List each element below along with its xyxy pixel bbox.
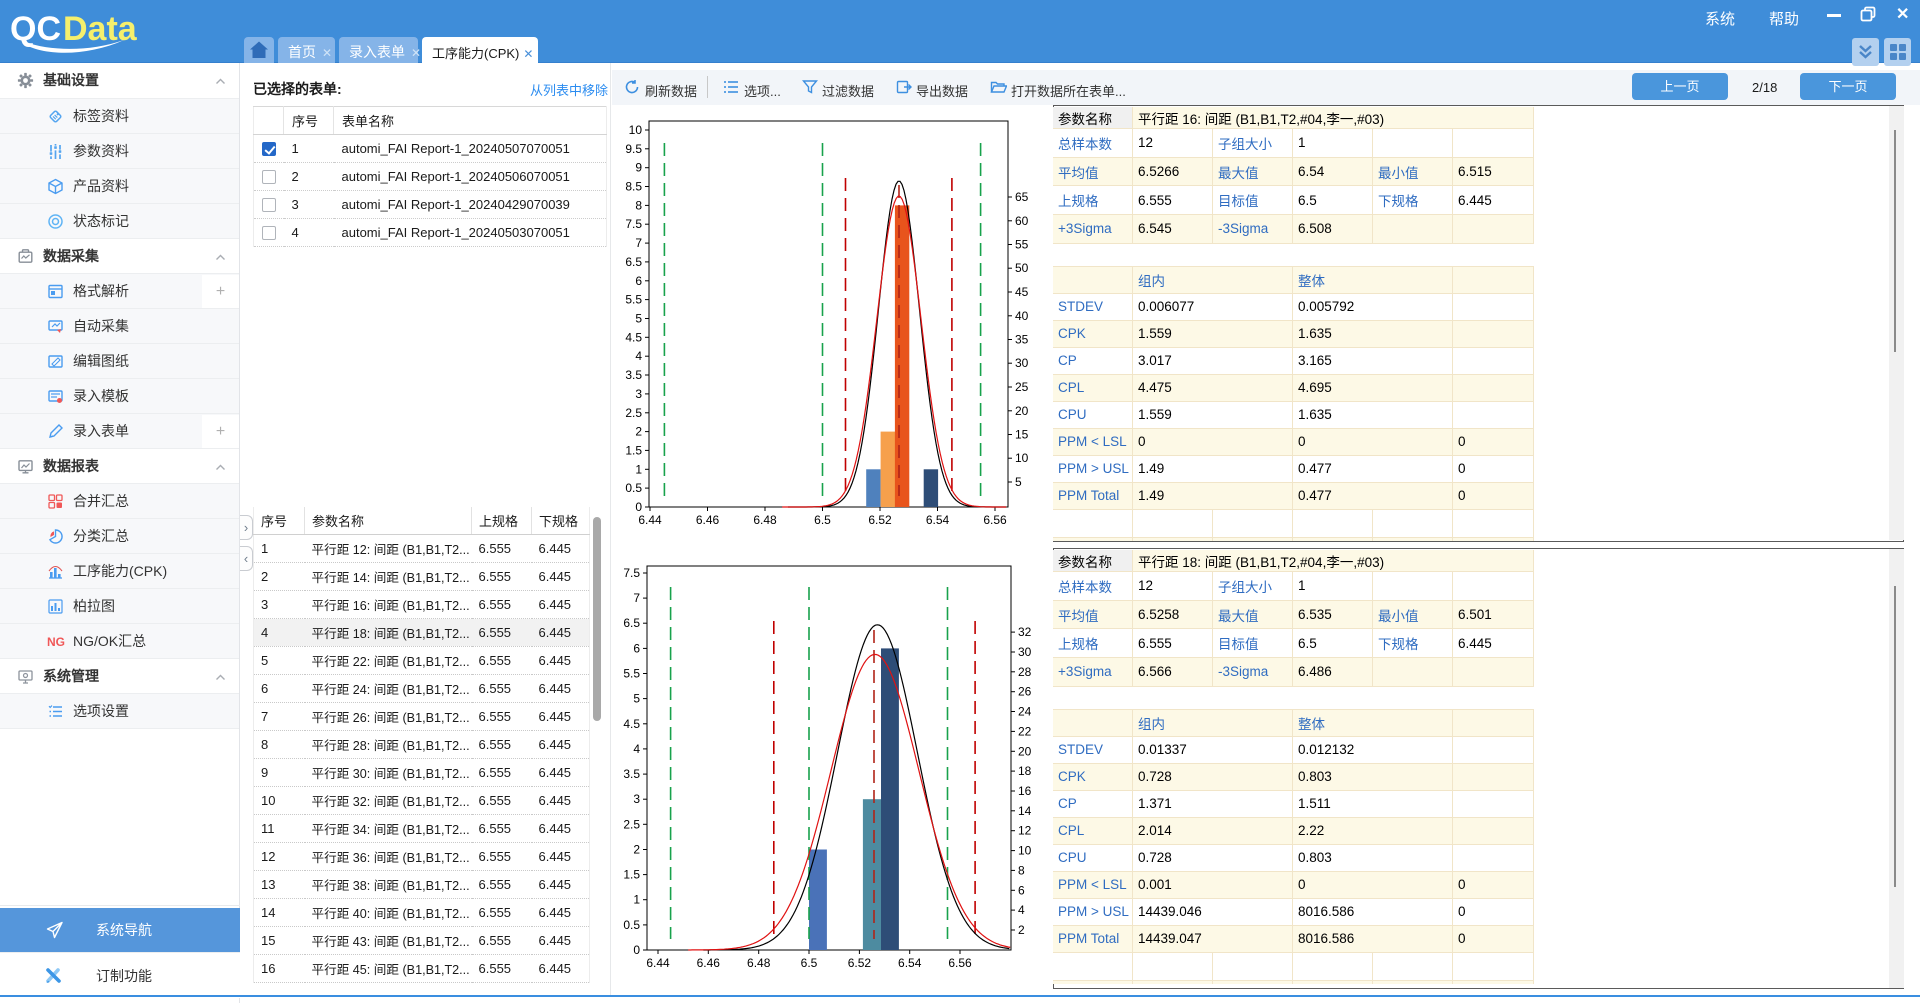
svg-text:4.5: 4.5 [623, 717, 640, 731]
svg-text:18: 18 [1018, 764, 1032, 778]
svg-text:8.5: 8.5 [625, 180, 642, 194]
svg-text:5: 5 [635, 312, 642, 326]
svg-text:5.5: 5.5 [623, 667, 640, 681]
svg-text:20: 20 [1015, 404, 1029, 418]
svg-text:4: 4 [1018, 903, 1025, 917]
svg-text:6.56: 6.56 [983, 513, 1007, 527]
svg-text:6.54: 6.54 [926, 513, 950, 527]
svg-text:10: 10 [629, 123, 643, 137]
svg-text:6: 6 [635, 274, 642, 288]
svg-text:1: 1 [635, 462, 642, 476]
svg-text:6.52: 6.52 [868, 513, 892, 527]
svg-text:50: 50 [1015, 261, 1029, 275]
svg-text:6: 6 [633, 641, 640, 655]
svg-text:Data: Data [63, 10, 138, 48]
svg-text:6.5: 6.5 [623, 616, 640, 630]
svg-text:3.5: 3.5 [625, 368, 642, 382]
svg-text:6.5: 6.5 [801, 956, 818, 970]
svg-text:5.5: 5.5 [625, 293, 642, 307]
svg-text:3: 3 [633, 792, 640, 806]
svg-text:10: 10 [1015, 451, 1029, 465]
svg-text:1.5: 1.5 [625, 443, 642, 457]
svg-text:15: 15 [1015, 428, 1029, 442]
svg-text:6.56: 6.56 [948, 956, 972, 970]
svg-text:28: 28 [1018, 665, 1032, 679]
svg-text:60: 60 [1015, 214, 1029, 228]
svg-text:7: 7 [633, 591, 640, 605]
svg-text:8: 8 [1018, 863, 1025, 877]
svg-text:26: 26 [1018, 685, 1032, 699]
svg-text:9: 9 [635, 161, 642, 175]
svg-text:6.54: 6.54 [898, 956, 922, 970]
svg-text:4.5: 4.5 [625, 330, 642, 344]
svg-text:NG: NG [47, 635, 65, 649]
svg-text:0.5: 0.5 [623, 918, 640, 932]
svg-text:8: 8 [635, 198, 642, 212]
svg-text:5: 5 [633, 692, 640, 706]
svg-text:10: 10 [1018, 844, 1032, 858]
svg-text:16: 16 [1018, 784, 1032, 798]
svg-text:0.5: 0.5 [625, 481, 642, 495]
svg-text:2: 2 [635, 425, 642, 439]
svg-text:7: 7 [635, 236, 642, 250]
svg-text:5: 5 [1015, 475, 1022, 489]
svg-text:3.5: 3.5 [623, 767, 640, 781]
svg-text:QC: QC [10, 10, 61, 48]
svg-text:65: 65 [1015, 190, 1029, 204]
svg-text:3: 3 [635, 387, 642, 401]
svg-text:40: 40 [1015, 309, 1029, 323]
svg-text:14: 14 [1018, 804, 1032, 818]
svg-text:0: 0 [633, 943, 640, 957]
svg-text:1.5: 1.5 [623, 868, 640, 882]
svg-text:1: 1 [633, 893, 640, 907]
svg-text:4: 4 [633, 742, 640, 756]
svg-text:7.5: 7.5 [625, 217, 642, 231]
svg-text:12: 12 [1018, 824, 1032, 838]
svg-text:2: 2 [633, 843, 640, 857]
svg-text:45: 45 [1015, 285, 1029, 299]
svg-text:6.48: 6.48 [747, 956, 771, 970]
svg-text:32: 32 [1018, 625, 1032, 639]
svg-text:30: 30 [1018, 645, 1032, 659]
svg-text:6.44: 6.44 [646, 956, 670, 970]
svg-text:20: 20 [1018, 744, 1032, 758]
svg-text:22: 22 [1018, 724, 1032, 738]
svg-text:55: 55 [1015, 238, 1029, 252]
svg-text:2.5: 2.5 [623, 817, 640, 831]
svg-text:0: 0 [635, 500, 642, 514]
svg-text:24: 24 [1018, 705, 1032, 719]
svg-text:6.48: 6.48 [753, 513, 777, 527]
svg-text:25: 25 [1015, 380, 1029, 394]
svg-text:6.52: 6.52 [848, 956, 872, 970]
svg-text:2: 2 [1018, 923, 1025, 937]
svg-text:6: 6 [1018, 883, 1025, 897]
svg-text:9.5: 9.5 [625, 142, 642, 156]
svg-text:35: 35 [1015, 333, 1029, 347]
svg-text:30: 30 [1015, 356, 1029, 370]
svg-text:4: 4 [635, 349, 642, 363]
svg-text:2.5: 2.5 [625, 406, 642, 420]
svg-text:6.5: 6.5 [625, 255, 642, 269]
svg-text:6.46: 6.46 [697, 956, 721, 970]
svg-text:6.44: 6.44 [638, 513, 662, 527]
svg-text:6.5: 6.5 [814, 513, 831, 527]
svg-text:6.46: 6.46 [696, 513, 720, 527]
svg-text:7.5: 7.5 [623, 566, 640, 580]
